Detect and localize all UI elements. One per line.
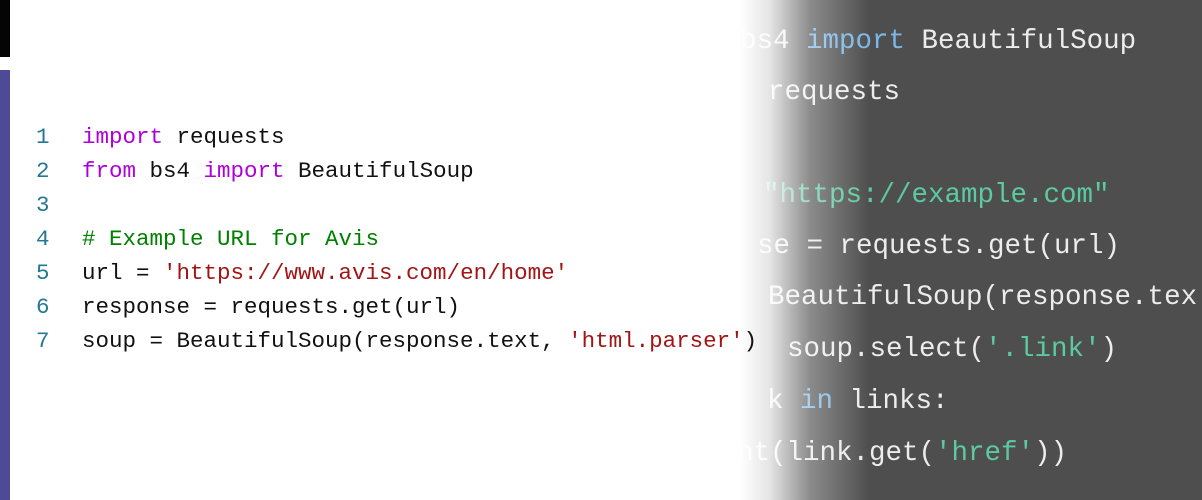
top-left-black-bar: [0, 0, 10, 57]
line-number: 2: [36, 158, 50, 184]
line-number: 1: [36, 124, 50, 150]
background-code-token: BeautifulSoup: [905, 26, 1137, 57]
code-token-plain: bs4: [136, 158, 204, 184]
background-code-token: 'href': [935, 438, 1035, 469]
background-code-token: '.link': [985, 334, 1101, 365]
code-line: # Example URL for Avis: [82, 228, 379, 251]
code-line: response = requests.get(url): [82, 296, 460, 319]
code-token-keyword: import: [203, 158, 285, 184]
line-number: 7: [36, 328, 50, 354]
line-number: 4: [36, 226, 50, 252]
code-token-plain: requests: [163, 124, 285, 150]
line-number: 5: [36, 260, 50, 286]
background-code-token: ): [1100, 334, 1118, 365]
code-token-comment: # Example URL for Avis: [82, 226, 380, 252]
code-token-plain: response = requests.get(url): [82, 294, 461, 320]
code-line: from bs4 import BeautifulSoup: [82, 160, 474, 183]
code-line: soup = BeautifulSoup(response.text, 'htm…: [82, 330, 757, 353]
code-token-plain: BeautifulSoup: [284, 158, 474, 184]
code-token-plain: url =: [82, 260, 164, 286]
line-number: 3: [36, 192, 50, 218]
code-token-string: 'html.parser': [568, 328, 744, 354]
code-token-string: 'https://www.avis.com/en/home': [163, 260, 569, 286]
accent-sidebar-bar: [0, 70, 10, 500]
code-token-keyword: from: [82, 158, 137, 184]
code-token-plain: ): [743, 328, 758, 354]
code-token-plain: soup = BeautifulSoup(response.text,: [82, 328, 569, 354]
background-code-token: )): [1034, 438, 1068, 469]
code-token-keyword: import: [82, 124, 164, 150]
code-line: url = 'https://www.avis.com/en/home': [82, 262, 568, 285]
fade-overlay: [700, 0, 900, 500]
code-line: import requests: [82, 126, 285, 149]
line-number: 6: [36, 294, 50, 320]
